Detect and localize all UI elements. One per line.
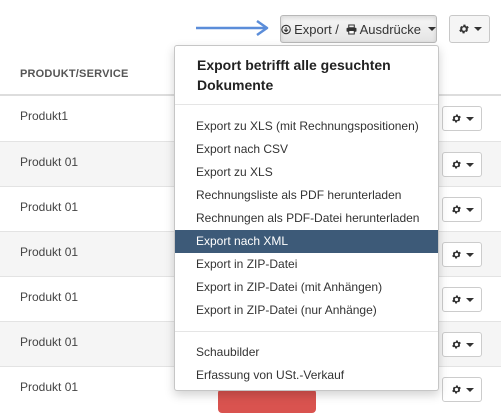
row-settings-button[interactable]	[442, 332, 482, 357]
menu-item-export-csv[interactable]: Export nach CSV	[175, 138, 438, 161]
menu-item-export-zip-attachments[interactable]: Export in ZIP-Datei (mit Anhängen)	[175, 276, 438, 299]
caret-down-icon	[465, 387, 474, 392]
menu-item-export-xml[interactable]: Export nach XML	[175, 230, 438, 253]
menu-item-export-zip[interactable]: Export in ZIP-Datei	[175, 253, 438, 276]
caret-down-icon	[428, 27, 436, 31]
printer-icon	[346, 23, 357, 35]
caret-down-icon	[465, 342, 474, 347]
product-name: Produkt 01	[20, 335, 79, 349]
print-label: Ausdrücke	[359, 21, 421, 37]
menu-divider	[175, 331, 438, 332]
export-label: Export /	[294, 21, 343, 37]
gear-icon	[451, 205, 461, 214]
caret-down-icon	[465, 297, 474, 302]
other-options-group: Schaubilder Erfassung von USt.-Verkauf	[175, 341, 438, 387]
gear-icon	[451, 160, 461, 169]
row-settings-button[interactable]	[442, 152, 482, 177]
menu-item-export-zip-only-attachments[interactable]: Export in ZIP-Datei (nur Anhänge)	[175, 299, 438, 322]
export-print-dropdown-button[interactable]: Export / Ausdrücke	[280, 15, 437, 43]
annotation-arrow-icon	[196, 19, 269, 37]
caret-down-icon	[465, 116, 474, 121]
row-settings-button[interactable]	[442, 287, 482, 312]
row-settings-button[interactable]	[442, 242, 482, 267]
caret-down-icon	[465, 252, 474, 257]
gear-icon	[451, 385, 461, 394]
gear-icon	[451, 250, 461, 259]
caret-down-icon	[465, 207, 474, 212]
menu-item-invoice-list-pdf[interactable]: Rechnungsliste als PDF herunterladen	[175, 184, 438, 207]
product-name: Produkt 01	[20, 290, 79, 304]
gear-icon	[451, 114, 461, 123]
gear-icon	[451, 340, 461, 349]
product-name: Produkt 01	[20, 380, 79, 394]
gear-icon	[451, 295, 461, 304]
menu-item-export-xls-positions[interactable]: Export zu XLS (mit Rechnungspositionen)	[175, 115, 438, 138]
delete-button[interactable]	[218, 389, 316, 413]
menu-item-export-xls[interactable]: Export zu XLS	[175, 161, 438, 184]
product-name: Produkt 01	[20, 245, 79, 259]
product-name: Produkt 01	[20, 155, 79, 169]
settings-dropdown-button[interactable]	[449, 15, 490, 43]
export-options-group: Export zu XLS (mit Rechnungspositionen) …	[175, 115, 438, 322]
caret-down-icon	[465, 162, 474, 167]
menu-item-vat-sales[interactable]: Erfassung von USt.-Verkauf	[175, 364, 438, 387]
row-settings-button[interactable]	[442, 106, 482, 131]
row-settings-button[interactable]	[442, 377, 482, 402]
menu-item-charts[interactable]: Schaubilder	[175, 341, 438, 364]
export-dropdown-menu: Export betrifft alle gesuchten Dokumente…	[174, 45, 439, 391]
menu-item-invoices-pdf[interactable]: Rechnungen als PDF-Datei herunterladen	[175, 207, 438, 230]
column-header-product: PRODUKT/SERVICE	[20, 68, 129, 80]
gear-icon	[458, 24, 469, 34]
menu-divider	[175, 104, 438, 105]
row-settings-button[interactable]	[442, 197, 482, 222]
product-name: Produkt1	[20, 109, 69, 123]
product-name: Produkt 01	[20, 200, 79, 214]
circle-arrow-icon	[281, 24, 291, 34]
caret-down-icon	[473, 27, 482, 31]
dropdown-heading: Export betrifft alle gesuchten Dokumente	[197, 57, 391, 93]
